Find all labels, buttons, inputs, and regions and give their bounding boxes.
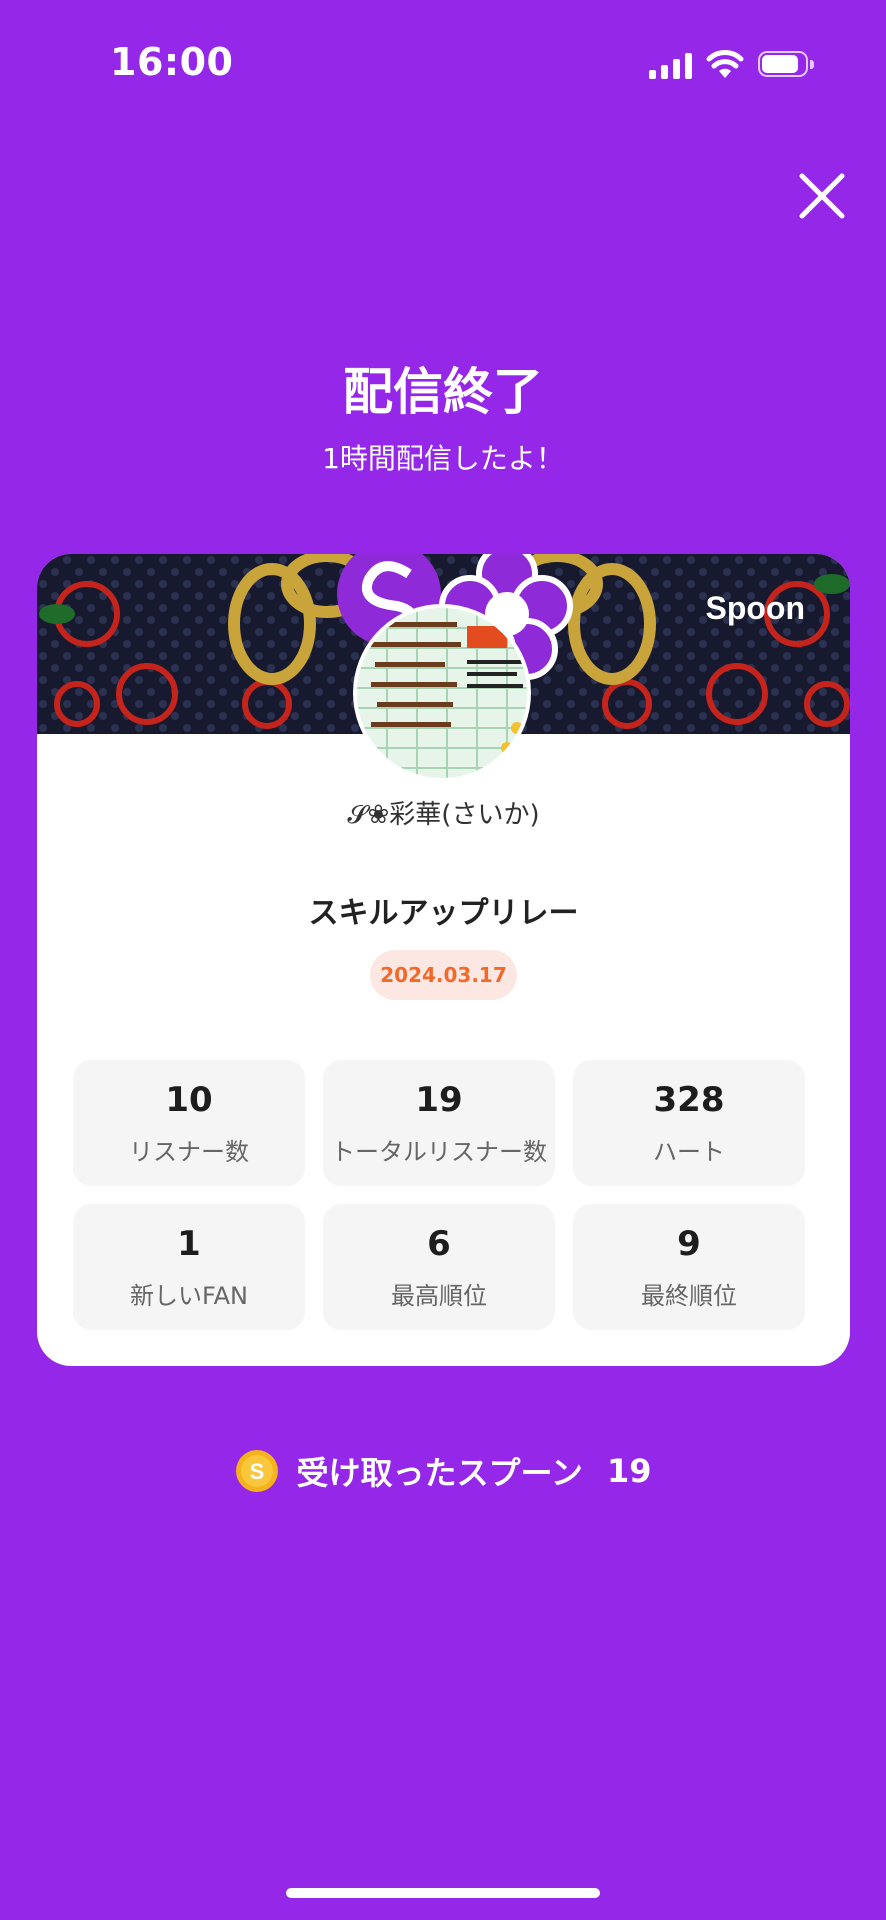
page-title: 配信終了 [343,363,543,421]
stat-highest-rank: 6 最高順位 [323,1204,555,1330]
stat-value: 10 [165,1080,213,1120]
home-indicator[interactable] [286,1888,600,1898]
stat-label: ハート [653,1138,725,1166]
stat-value: 6 [427,1224,451,1264]
spoon-coin-icon: S [235,1450,278,1492]
stat-new-fans: 1 新しいFAN [73,1204,305,1330]
broadcast-summary-card: Spoon 𝓢❀彩華(さいか) スキルアップリレー 2024.03.17 10 … [37,554,850,1366]
stat-value: 1 [177,1224,201,1264]
status-icons [649,48,814,82]
stat-value: 328 [653,1080,725,1120]
stat-label: 最高順位 [391,1282,487,1310]
status-time: 16:00 [110,40,234,84]
username: 𝓢❀彩華(さいか) [347,800,540,830]
stat-value: 19 [415,1080,463,1120]
date-badge: 2024.03.17 [370,950,517,1000]
stat-listeners: 10 リスナー数 [73,1060,305,1186]
spoons-received: S 受け取ったスプーン 19 [0,1448,886,1494]
coin-symbol: S [249,1459,264,1484]
stat-label: 最終順位 [641,1282,737,1310]
page-subtitle: 1時間配信したよ！ [322,442,564,475]
stat-label: トータルリスナー数 [331,1138,547,1166]
stat-total-listeners: 19 トータルリスナー数 [323,1060,555,1186]
signal-icon [649,51,692,79]
stat-final-rank: 9 最終順位 [573,1204,805,1330]
broadcast-title: スキルアップリレー [308,896,579,931]
brand-logo: Spoon [705,590,805,626]
stat-value: 9 [677,1224,701,1264]
battery-icon [758,51,814,79]
stat-hearts: 328 ハート [573,1060,805,1186]
spoons-count: 19 [606,1452,652,1490]
wifi-icon [706,50,744,78]
avatar[interactable] [353,604,531,782]
stat-label: 新しいFAN [130,1282,248,1310]
close-icon[interactable] [796,170,848,222]
spoons-label: 受け取ったスプーン [296,1454,583,1492]
stat-label: リスナー数 [129,1138,249,1166]
